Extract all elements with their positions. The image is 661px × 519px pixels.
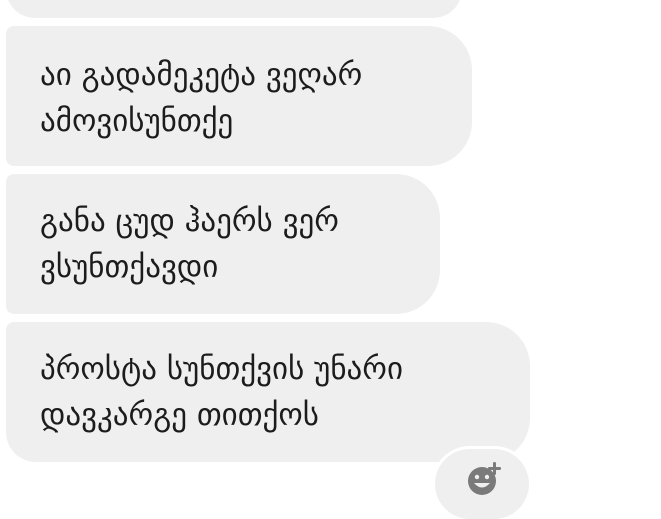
message-bubble[interactable]: აი გადამეკეტა ვეღარ ამოვისუნთქე	[6, 26, 472, 166]
message-text-line: დავკარგე თითქოს	[40, 397, 319, 433]
message-text-line: განა ცუდ ჰაერს ვერ	[40, 203, 339, 239]
add-reaction-icon	[468, 462, 501, 495]
message-text-line: ვსუნთქავდი	[40, 249, 219, 285]
message-bubble[interactable]: განა ცუდ ჰაერს ვერ ვსუნთქავდი	[6, 174, 440, 314]
message-bubble[interactable]: პროსტა სუნთქვის უნარი დავკარგე თითქოს	[6, 322, 530, 462]
message-text-line: პროსტა სუნთქვის უნარი	[40, 351, 404, 387]
message-text-line: აი გადამეკეტა ვეღარ	[40, 57, 363, 93]
message-bubble[interactable]	[6, 0, 462, 18]
message-text-line: ამოვისუნთქე	[40, 103, 234, 139]
add-reaction-button[interactable]	[435, 449, 529, 519]
